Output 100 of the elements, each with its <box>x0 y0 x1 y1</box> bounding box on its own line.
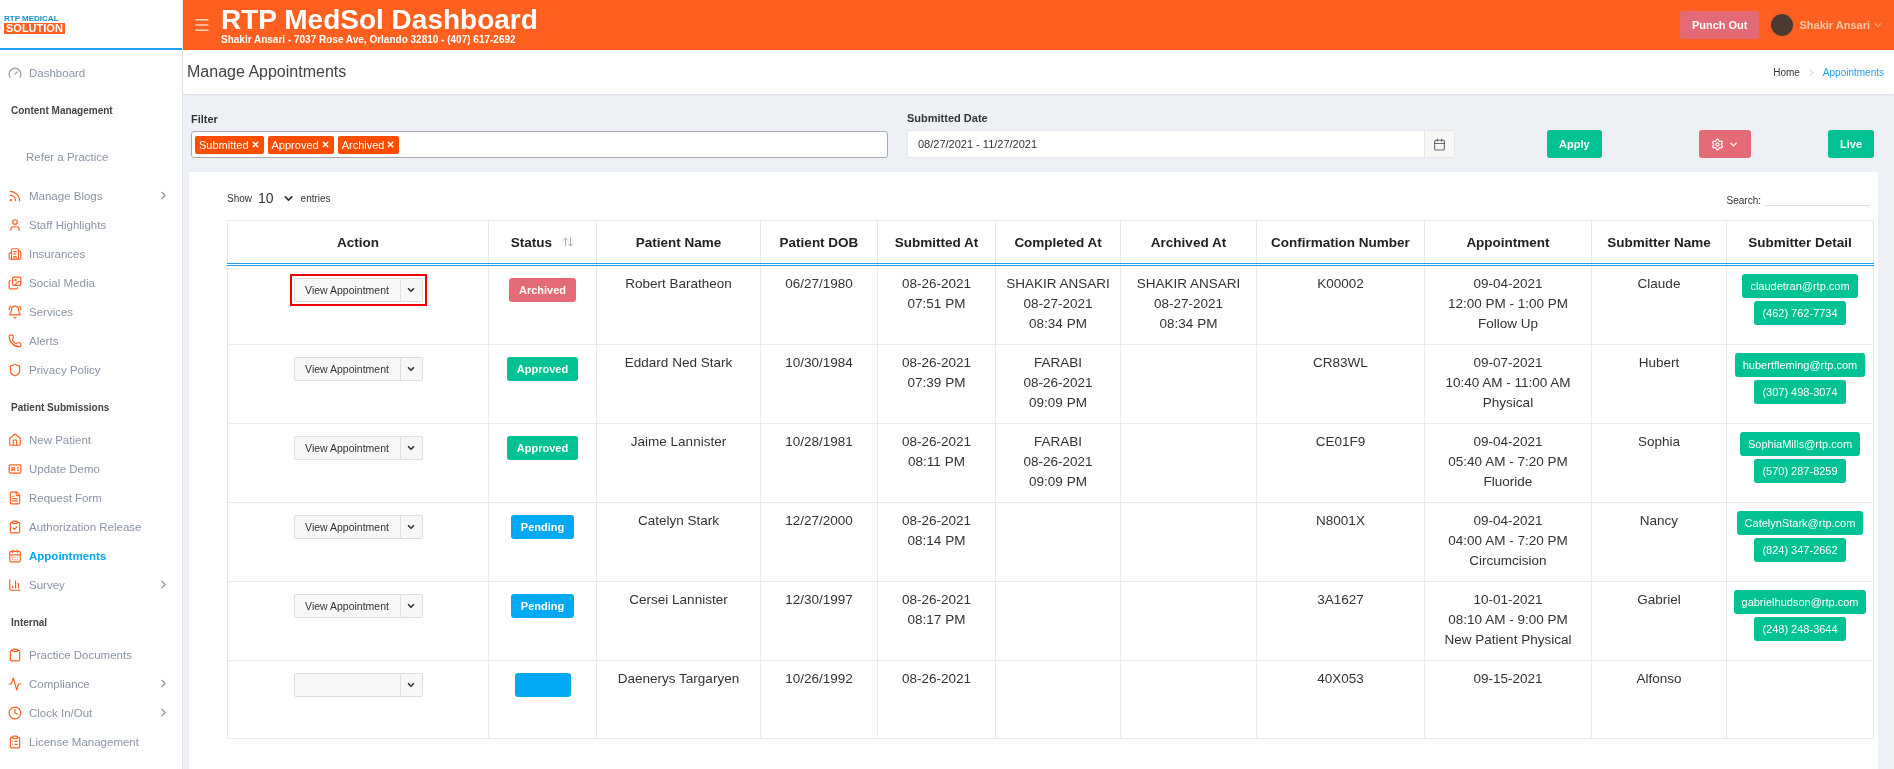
sidebar-item[interactable]: Manage Blogs <box>0 181 182 210</box>
sidebar-item[interactable]: Social Media <box>0 268 182 297</box>
email-badge[interactable]: SophiaMills@rtp.com <box>1739 432 1861 456</box>
view-appointment-button[interactable]: View Appointment <box>293 515 401 539</box>
column-header[interactable]: Archived At <box>1120 220 1257 265</box>
phone-badge[interactable]: (824) 347-2662 <box>1754 538 1846 562</box>
user-name[interactable]: Shakir Ansari <box>1799 19 1870 31</box>
status-badge: Approved <box>506 357 579 381</box>
table-cell: Robert Baratheon <box>596 264 761 345</box>
phone-badge[interactable]: (462) 762-7734 <box>1754 301 1846 325</box>
status-badge: Archived <box>508 278 577 302</box>
phone-badge[interactable]: (307) 498-3074 <box>1754 380 1846 404</box>
table-cell-line: 07:51 PM <box>906 295 967 313</box>
section-title: Content Management <box>10 104 114 118</box>
table-cell: 12/30/1997 <box>760 581 878 661</box>
table-cell-line: 08:14 PM <box>906 532 967 550</box>
table-cell: K00002 <box>1256 264 1425 345</box>
filter-field[interactable]: Submitted Approved Archived <box>191 131 888 158</box>
sidebar-item[interactable]: Insurances <box>0 239 182 268</box>
section-title: Internal <box>10 616 49 630</box>
column-header[interactable]: Submitted At <box>877 220 996 265</box>
table-cell: Eddard Ned Stark <box>596 344 761 424</box>
table-cell: 10/26/1992 <box>760 660 878 739</box>
apply-button[interactable]: Apply <box>1547 130 1602 158</box>
table-cell: Jaime Lannister <box>596 423 761 503</box>
phone-badge[interactable]: (248) 248-3644 <box>1754 617 1846 641</box>
sidebar-item[interactable]: License Management <box>0 727 182 756</box>
breadcrumb-link[interactable]: Appointments <box>1822 66 1884 78</box>
table-cell-line: 08-26-2021 <box>900 354 973 372</box>
email-badge[interactable]: gabrielhudson@rtp.com <box>1733 590 1867 614</box>
table-cell: Alfonso <box>1591 660 1727 739</box>
sidebar-item[interactable]: Request Form <box>0 483 182 512</box>
table-cell-line: 10-01-2021 <box>1472 591 1544 609</box>
table-cell-line: 05:40 AM - 7:20 PM <box>1447 453 1569 471</box>
page-size-select[interactable]: 10 <box>258 190 295 206</box>
address-line: Shakir Ansari - 7037 Rose Ave, Orlando 32810 - (407) 617-2692 <box>221 34 517 46</box>
sidebar-item[interactable]: Appointments <box>0 541 182 570</box>
live-button[interactable]: Live <box>1828 130 1874 158</box>
logo-text: RTP MEDICAL <box>4 14 60 23</box>
phone-badge[interactable]: (570) 287-8259 <box>1754 459 1846 483</box>
column-header[interactable]: Submitter Name <box>1591 220 1727 265</box>
status-badge: Pending <box>510 515 575 539</box>
view-appointment-button[interactable]: View Appointment <box>293 594 401 618</box>
column-header[interactable]: Patient DOB <box>760 220 878 265</box>
table-cell-line: 09-04-2021 <box>1472 275 1544 293</box>
table-cell: 10/28/1981 <box>760 423 878 503</box>
table-cell-line: 08-26-2021 <box>900 670 973 688</box>
table-cell-line: FARABI <box>1033 354 1083 372</box>
email-badge[interactable]: claudetran@rtp.com <box>1742 274 1858 298</box>
column-header[interactable]: Submitter Detail <box>1726 220 1874 265</box>
section-title: Patient Submissions <box>10 401 111 415</box>
column-header[interactable]: Appointment <box>1424 220 1592 265</box>
sidebar-item[interactable]: New Patient <box>0 425 182 454</box>
date-range-field[interactable]: 08/27/2021 - 11/27/2021 <box>907 130 1455 158</box>
sidebar-item[interactable]: Alerts <box>0 326 182 355</box>
table-cell: Cersei Lannister <box>596 581 761 661</box>
column-header[interactable]: Confirmation Number <box>1256 220 1425 265</box>
sidebar-item[interactable]: Dashboard <box>0 58 182 87</box>
view-appointment-button[interactable]: View Appointment <box>293 357 401 381</box>
table-cell-line: 08-26-2021 <box>900 275 973 293</box>
table-cell-line: SHAKIR ANSARI <box>1135 275 1242 293</box>
table-cell: 12/27/2000 <box>760 502 878 582</box>
table-cell: N8001X <box>1256 502 1425 582</box>
sidebar-item[interactable]: Staff Highlights <box>0 210 182 239</box>
filter-tag[interactable]: Approved <box>267 135 334 154</box>
view-appointment-button[interactable]: View Appointment <box>293 436 401 460</box>
sidebar-item[interactable]: Authorization Release <box>0 512 182 541</box>
table-cell: Claude <box>1591 264 1727 345</box>
sidebar-item[interactable]: Services <box>0 297 182 326</box>
view-appointment-button[interactable]: View Appointment <box>293 278 401 302</box>
table-cell-line: 08:11 PM <box>907 453 966 471</box>
sidebar-item[interactable]: Practice Documents <box>0 640 182 669</box>
sidebar-item[interactable]: Clock In/Out <box>0 698 182 727</box>
sidebar-item[interactable]: Survey <box>0 570 182 599</box>
column-header[interactable]: Completed At <box>995 220 1121 265</box>
breadcrumb-link[interactable]: Home <box>1773 66 1800 78</box>
table-cell-line: 08-26-2021 <box>900 512 973 530</box>
filter-tag[interactable]: Archived <box>337 135 400 154</box>
column-header[interactable]: Status <box>488 220 597 265</box>
sidebar-item[interactable]: Update Demo <box>0 454 182 483</box>
table-cell: 06/27/1980 <box>760 264 878 345</box>
show-label: Show <box>227 192 252 204</box>
table-cell-line: 08:10 AM - 9:00 PM <box>1447 611 1569 629</box>
column-header[interactable]: Patient Name <box>596 220 761 265</box>
column-header[interactable]: Action <box>227 220 489 265</box>
sidebar-item[interactable]: Refer a Practice <box>0 142 182 171</box>
filter-tag[interactable]: Submitted <box>195 135 264 154</box>
table-cell-line: Circumcision <box>1468 552 1548 570</box>
email-badge[interactable]: hubertfleming@rtp.com <box>1734 353 1866 377</box>
table-cell-line: Fluoride <box>1482 473 1534 491</box>
sidebar-item[interactable]: Compliance <box>0 669 182 698</box>
table-cell: 3A1627 <box>1256 581 1425 661</box>
table-cell-line: 08-27-2021 <box>1152 295 1225 313</box>
table-cell-line: 09-04-2021 <box>1472 512 1544 530</box>
email-badge[interactable]: CatelynStark@rtp.com <box>1736 511 1864 535</box>
punch-out-button[interactable]: Punch Out <box>1679 11 1760 39</box>
table-cell-line: 12:00 PM - 1:00 PM <box>1446 295 1570 313</box>
table-cell-line: 08-27-2021 <box>1022 295 1094 313</box>
sidebar-item[interactable]: Privacy Policy <box>0 355 182 384</box>
table-cell-line: FARABI <box>1033 433 1083 451</box>
